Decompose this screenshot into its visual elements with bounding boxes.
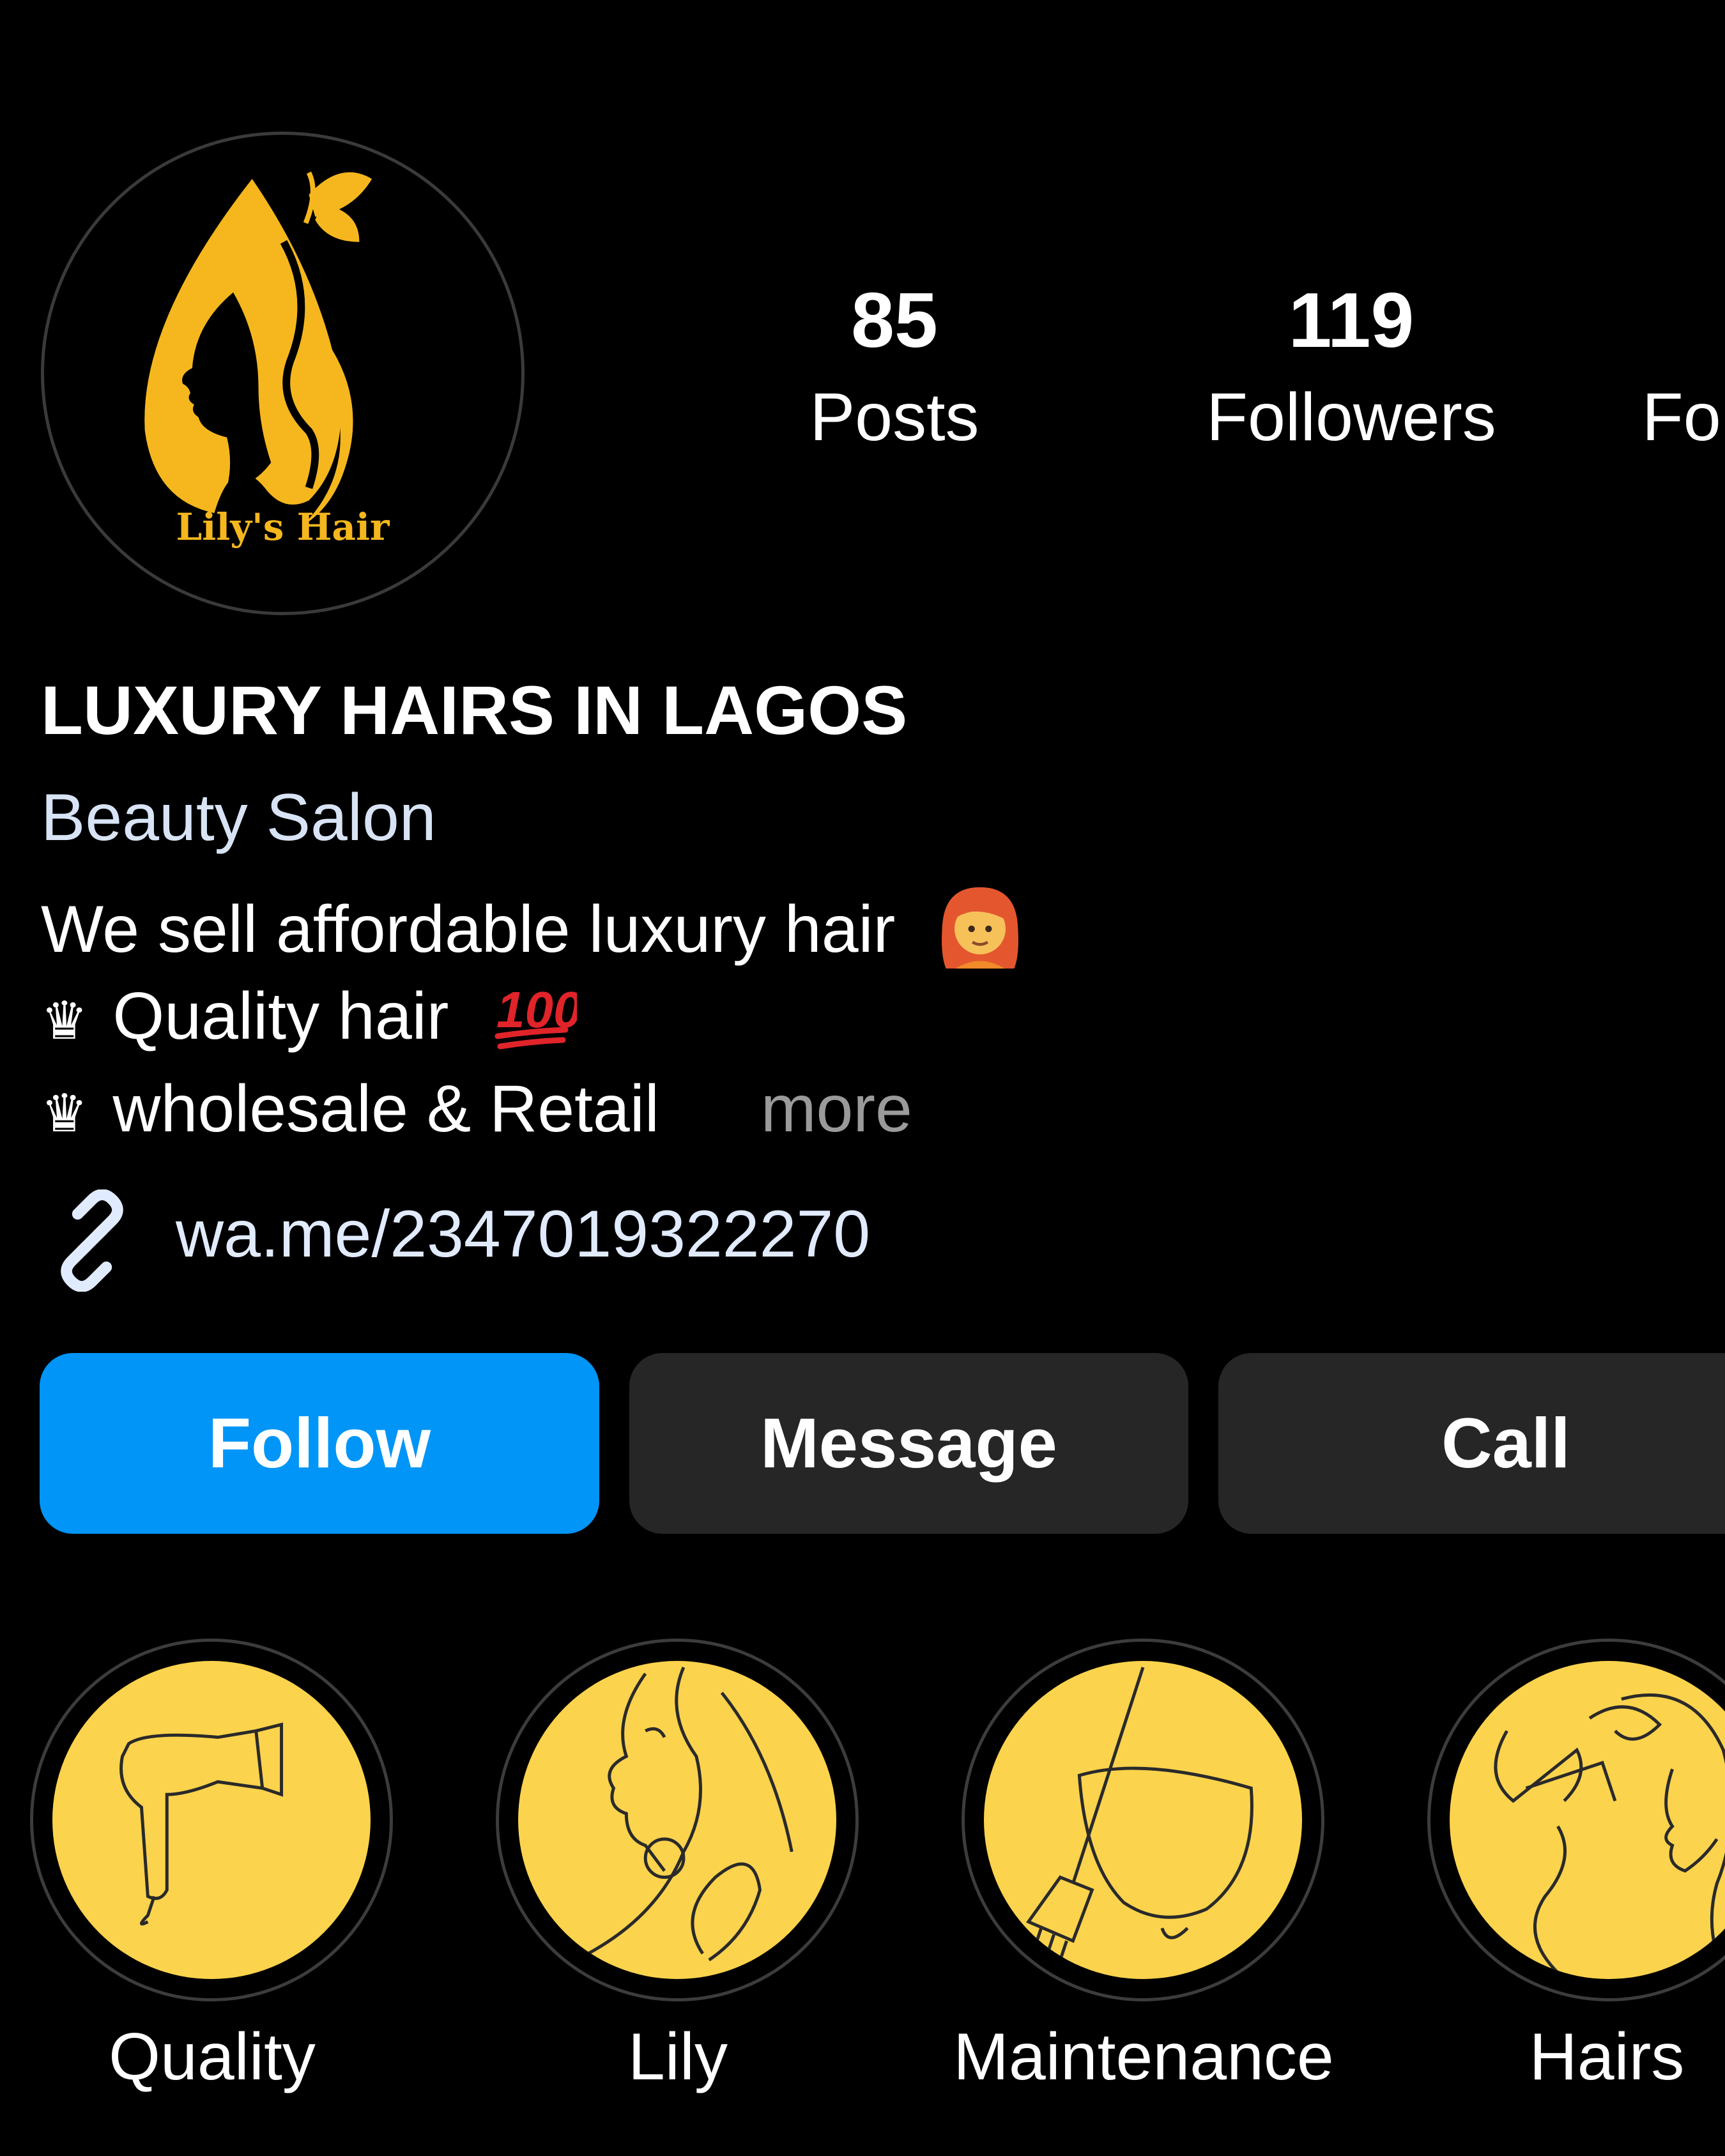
woman-red-hair-emoji-icon [933,882,1027,987]
bio-line-2-text: Quality hair [112,979,449,1053]
posts-stat[interactable]: 85 Posts [754,281,1035,451]
more-link[interactable]: more [761,1072,912,1146]
bio-line-3: ♛ wholesale & Retail more [41,1076,912,1142]
highlight-lily[interactable] [496,1639,859,2001]
profile-avatar[interactable]: Lily's Hair [41,132,525,615]
message-button[interactable]: Message [629,1353,1188,1534]
crown-icon: ♛ [41,1083,88,1144]
following-label: Fo [1642,379,1721,455]
bio-line-3-text: wholesale & Retail [112,1072,659,1146]
face-line-art-icon [587,1666,793,1962]
call-button[interactable]: Call [1218,1353,1725,1534]
followers-count: 119 [1288,277,1414,363]
highlight-quality[interactable] [30,1639,393,2001]
bio-line-1-text: We sell affordable luxury hair [41,892,896,967]
following-count [1642,281,1725,359]
followers-label: Followers [1206,379,1496,455]
posts-count: 85 [851,277,938,363]
avatar-logo-text: Lily's Hair [176,505,390,549]
profile-link[interactable]: wa.me/2347019322270 [176,1201,870,1267]
following-stat[interactable]: Fo [1642,281,1725,451]
highlight-maintenance[interactable] [962,1639,1324,2001]
bio-line-1: We sell affordable luxury hair [41,882,1027,987]
followers-stat[interactable]: 119 Followers [1166,281,1537,451]
hundred-points-emoji-icon: 100 [494,977,582,1065]
profile-category[interactable]: Beauty Salon [41,784,436,851]
profile-name: LUXURY HAIRS IN LAGOS [41,671,908,749]
highlight-label-lily: Lily [627,2020,728,2094]
dye-bowl-brush-icon [1025,1667,1254,1961]
bio-line-2: ♛ Quality hair 100 [41,977,582,1065]
hair-styling-icon [1494,1693,1725,1974]
follow-button[interactable]: Follow [40,1353,599,1534]
highlight-label-maintenance: Maintenance [953,2020,1334,2094]
link-icon [41,1189,143,1292]
posts-label: Posts [809,379,979,455]
crown-icon: ♛ [41,990,88,1051]
hair-dryer-icon [119,1722,284,1926]
highlight-label-hairs: Hairs [1529,2020,1685,2094]
highlight-label-quality: Quality [109,2020,316,2094]
highlight-hairs[interactable] [1427,1639,1725,2001]
